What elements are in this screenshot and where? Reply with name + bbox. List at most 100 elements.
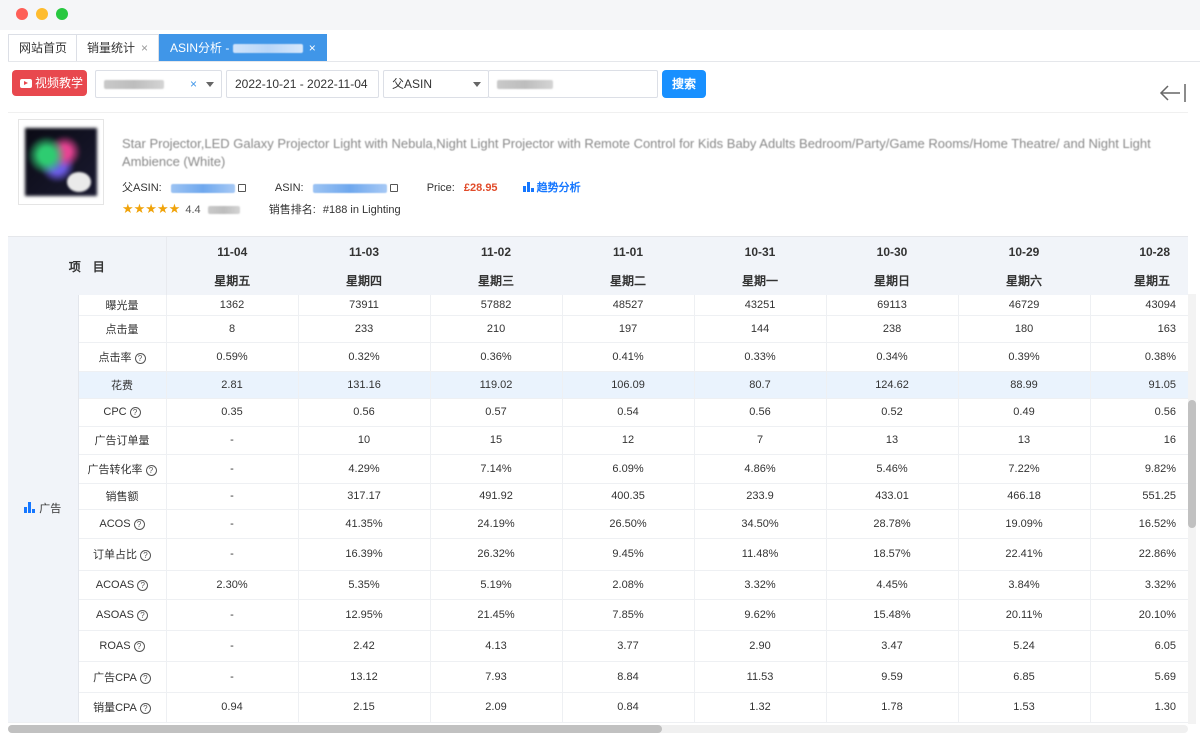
redacted-asin[interactable] [312,183,387,193]
date-range-input[interactable]: 2022-10-21 - 2022-11-04 [226,70,379,98]
redacted-store-name [104,80,164,90]
metric-value: 9.45% [562,538,695,571]
table-row[interactable]: 销量CPA? 0.94 2.15 2.09 0.84 1.32 1.78 1.53 1.30 [8,692,1188,723]
metric-label: ACOAS [95,578,135,591]
help-icon[interactable]: ? [139,672,151,684]
copy-icon[interactable] [237,184,246,192]
table-row[interactable]: CPC? 0.35 0.56 0.57 0.54 0.56 0.52 0.49 0.56 [8,398,1188,427]
date-header: 10-30 [826,237,959,266]
close-icon[interactable]: × [309,41,316,55]
item-header: 项 目 [8,237,167,295]
metric-value: 16 [1090,426,1188,455]
table-row[interactable]: 花费 2.81 131.16 119.02 106.09 80.7 124.62 88.99 9… [8,371,1188,399]
collapse-left-icon[interactable] [1158,82,1188,104]
help-icon[interactable]: ? [133,640,145,652]
metric-value: 26.50% [562,509,695,539]
close-icon[interactable]: × [141,41,148,55]
metric-value: 0.35 [166,398,299,427]
vertical-scrollbar[interactable] [1188,294,1196,724]
tab-bar: 网站首页 销量统计 × ASIN分析 - × [8,34,1200,62]
store-select[interactable]: × [95,70,222,98]
search-button[interactable]: 搜索 [662,70,706,98]
tab-home[interactable]: 网站首页 [8,34,79,61]
table-row[interactable]: 点击率? 0.59% 0.32% 0.36% 0.41% 0.33% 0.34% 0.39% 0… [8,342,1188,372]
metric-value: 124.62 [826,371,959,399]
product-title[interactable]: Star Projector,LED Galaxy Projector Ligh… [122,135,1162,171]
table-row[interactable]: 销售额 -317.17 491.92 400.35 233.9 433.01 466.18 5… [8,483,1188,510]
video-tutorial-button[interactable]: 视频教学 [12,70,87,96]
help-icon[interactable]: ? [139,703,151,714]
weekday-header: 星期六 [958,266,1091,295]
metric-value: - [166,483,299,510]
table-row[interactable]: ACOS? -41.35% 24.19% 26.50% 34.50% 28.78% 19.0… [8,509,1188,539]
product-image[interactable] [18,119,104,205]
metric-value: 19.09% [958,509,1091,539]
close-window-button[interactable] [16,8,28,20]
metric-value: 106.09 [562,371,695,399]
metric-value: 5.46% [826,454,959,484]
metric-value: - [166,538,299,571]
table-row[interactable]: 点击量 8 233 210 197 144 238 180 163 [8,315,1188,343]
help-icon[interactable]: ? [133,518,145,530]
metric-label: 订单占比 [93,549,137,561]
horizontal-scroll-thumb[interactable] [8,725,662,733]
help-icon[interactable]: ? [137,579,149,591]
metric-value: 0.36% [430,342,563,372]
metric-value: 0.34% [826,342,959,372]
redacted-parent-asin[interactable] [170,183,235,193]
metric-value: 1.53 [958,692,1091,723]
table-row[interactable]: ASOAS? -12.95% 21.45% 7.85% 9.62% 15.48% 20.11… [8,599,1188,631]
metric-value: 15.48% [826,599,959,631]
metric-label: 销售额 [105,491,139,503]
metric-value: 8 [166,315,299,343]
metric-label: ROAS [99,639,131,652]
category-label: 广告 [39,503,62,516]
table-row[interactable]: ACOAS? 2.30% 5.35% 5.19% 2.08% 3.32% 4.45% 3.84… [8,570,1188,600]
metric-label: 广告CPA [93,671,137,684]
metric-value: 197 [562,315,695,343]
metric-value: 2.15 [298,692,431,723]
clear-icon[interactable]: × [190,71,197,97]
table-row[interactable]: 广告 曝光量 1362 73911 57882 48527 43251 69113 46729 4… [8,295,1188,723]
metric-value: 0.39% [958,342,1091,372]
metric-value: 4.86% [694,454,827,484]
horizontal-scrollbar[interactable] [8,725,1188,733]
metric-value: 180 [958,315,1091,343]
data-table-container[interactable]: 项 目 11-04 11-03 11-02 11-01 10-31 10-30 … [8,236,1188,724]
help-icon[interactable]: ? [140,550,151,561]
metric-value: 6.09% [562,454,695,484]
weekday-header: 星期四 [298,266,431,295]
help-icon[interactable]: ? [129,407,141,418]
help-icon[interactable]: ? [134,352,146,364]
tab-asin-analysis[interactable]: ASIN分析 - × [159,34,327,61]
metric-value: 0.33% [694,342,827,372]
trend-analysis-label: 趋势分析 [536,182,581,194]
vertical-scroll-thumb[interactable] [1188,400,1196,528]
metric-value: 91.05 [1090,371,1188,399]
star-rating-icon: ★★★★★ [122,201,181,216]
sales-rank-label: 销售排名: [268,204,316,216]
metric-value: - [166,454,299,484]
help-icon[interactable]: ? [145,464,157,476]
trend-analysis-link[interactable]: 趋势分析 [522,182,581,194]
metric-value: 7.85% [562,599,695,631]
maximize-window-button[interactable] [56,8,68,20]
metric-label-cell: 曝光量 [78,295,167,316]
copy-icon[interactable] [389,184,398,192]
play-icon [20,79,32,88]
metric-value: 7.14% [430,454,563,484]
table-row[interactable]: 广告转化率? -4.29% 7.14% 6.09% 4.86% 5.46% 7.22% 9.8… [8,454,1188,484]
metric-value: 7.22% [958,454,1091,484]
tab-sales-stats[interactable]: 销量统计 × [76,34,160,61]
metric-label-cell: 广告订单量 [78,426,167,455]
table-row[interactable]: ROAS? -2.42 4.13 3.77 2.90 3.47 5.24 6.05 [8,630,1188,662]
minimize-window-button[interactable] [36,8,48,20]
table-row[interactable]: 广告订单量 -10 15 12 7 13 13 16 [8,426,1188,455]
table-row[interactable]: 广告CPA? -13.12 7.93 8.84 11.53 9.59 6.85 5.69 [8,661,1188,693]
metric-label-cell: 销量CPA? [78,692,167,723]
asin-type-select[interactable]: 父ASIN [383,70,489,98]
help-icon[interactable]: ? [136,609,148,621]
table-row[interactable]: 订单占比? -16.39% 26.32% 9.45% 11.48% 18.57% 22.41… [8,538,1188,571]
metric-label: 销量CPA [93,702,137,714]
asin-input[interactable] [488,70,658,98]
